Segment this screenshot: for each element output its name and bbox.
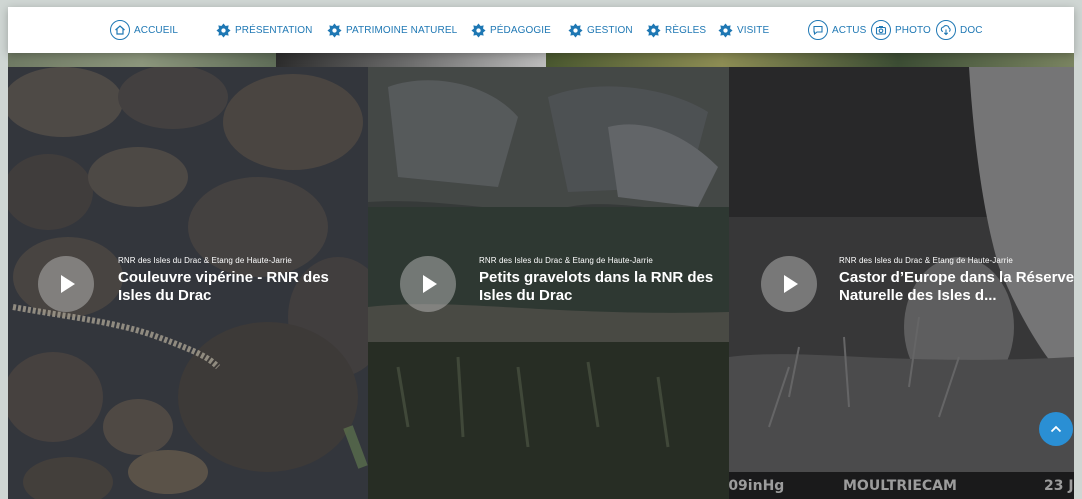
nav-pedagogie[interactable]: PÉDAGOGIE: [470, 7, 551, 53]
trailcam-brand: MOULTRIECAM: [843, 478, 957, 494]
nav-regles[interactable]: RÈGLES: [645, 7, 706, 53]
card-meta: RNR des Isles du Drac & Etang de Haute-J…: [839, 256, 1074, 305]
nav-doc[interactable]: DOC: [936, 7, 983, 53]
snowflake-icon: [645, 22, 661, 38]
nav-photo-label: PHOTO: [895, 24, 931, 36]
home-icon: [110, 20, 130, 40]
nav-actus[interactable]: ACTUS: [808, 7, 866, 53]
main-navbar: ACCUEIL PRÉSENTATION PATRIMOINE NATUREL …: [8, 7, 1074, 53]
nav-accueil[interactable]: ACCUEIL: [110, 7, 178, 53]
nav-gestion[interactable]: GESTION: [567, 7, 633, 53]
nav-presentation-label: PRÉSENTATION: [235, 24, 313, 36]
nav-photo[interactable]: PHOTO: [871, 7, 931, 53]
download-cloud-icon: [936, 20, 956, 40]
card-title[interactable]: Castor d’Europe dans la Réserve Naturell…: [839, 269, 1074, 305]
snowflake-icon: [567, 22, 583, 38]
card-source: RNR des Isles du Drac & Etang de Haute-J…: [118, 256, 292, 265]
scroll-to-top-button[interactable]: [1039, 412, 1073, 446]
chat-bubble-icon: [808, 20, 828, 40]
video-card[interactable]: RNR des Isles du Drac & Etang de Haute-J…: [368, 67, 729, 499]
nav-accueil-label: ACCUEIL: [134, 24, 179, 36]
play-button[interactable]: [761, 256, 817, 312]
play-icon: [423, 275, 437, 293]
nav-actus-label: ACTUS: [832, 24, 867, 36]
snowflake-icon: [470, 22, 486, 38]
video-gallery: RNR des Isles du Drac & Etang de Haute-J…: [8, 67, 1074, 499]
snowflake-icon: [326, 22, 342, 38]
nav-visite[interactable]: VISITE: [717, 7, 769, 53]
nav-visite-label: VISITE: [737, 24, 770, 36]
video-card[interactable]: RNR des Isles du Drac & Etang de Haute-J…: [729, 67, 1074, 499]
card-title[interactable]: Couleuvre vipérine - RNR des Isles du Dr…: [118, 269, 358, 305]
snowflake-icon: [717, 22, 733, 38]
image-strip: [8, 53, 1074, 67]
nav-doc-label: DOC: [960, 24, 983, 36]
chevron-up-icon: [1050, 425, 1062, 433]
trailcam-overlay: .09inHg MOULTRIECAM 23 J: [729, 475, 1074, 497]
video-card[interactable]: RNR des Isles du Drac & Etang de Haute-J…: [8, 67, 368, 499]
nav-pedagogie-label: PÉDAGOGIE: [490, 24, 551, 36]
nav-gestion-label: GESTION: [587, 24, 633, 36]
camera-icon: [871, 20, 891, 40]
nav-regles-label: RÈGLES: [665, 24, 707, 36]
nav-patrimoine-label: PATRIMOINE NATUREL: [346, 24, 458, 36]
card-meta: RNR des Isles du Drac & Etang de Haute-J…: [479, 256, 719, 305]
card-source: RNR des Isles du Drac & Etang de Haute-J…: [479, 256, 653, 265]
play-button[interactable]: [400, 256, 456, 312]
play-button[interactable]: [38, 256, 94, 312]
card-source: RNR des Isles du Drac & Etang de Haute-J…: [839, 256, 1013, 265]
trailcam-pressure: .09inHg: [729, 478, 785, 494]
snowflake-icon: [215, 22, 231, 38]
card-title[interactable]: Petits gravelots dans la RNR des Isles d…: [479, 269, 719, 305]
play-icon: [784, 275, 798, 293]
nav-patrimoine-naturel[interactable]: PATRIMOINE NATUREL: [326, 7, 457, 53]
play-icon: [61, 275, 75, 293]
nav-presentation[interactable]: PRÉSENTATION: [215, 7, 313, 53]
card-meta: RNR des Isles du Drac & Etang de Haute-J…: [118, 256, 358, 305]
trailcam-date: 23 J: [1044, 478, 1074, 494]
